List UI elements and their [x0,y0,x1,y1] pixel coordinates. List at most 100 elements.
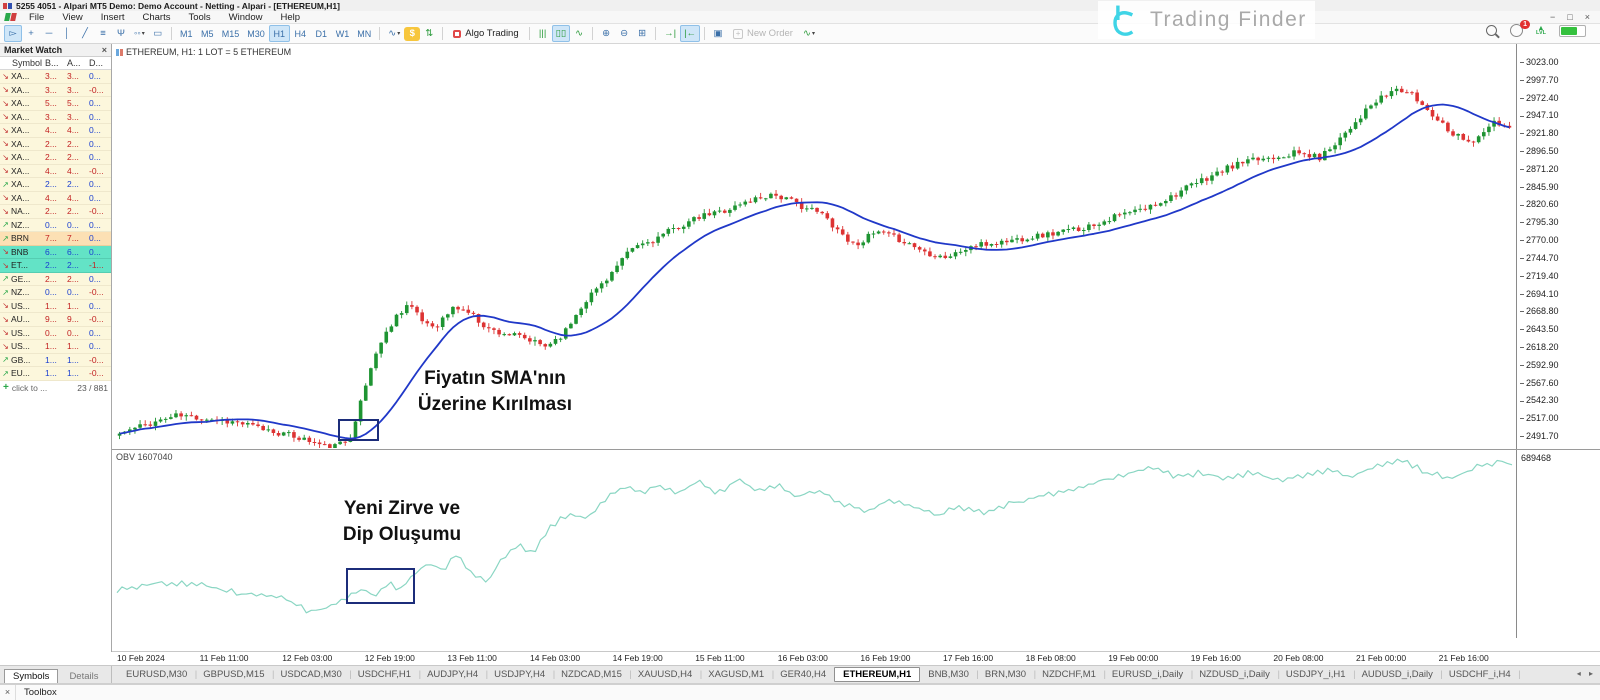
market-watch-row[interactable]: ↘ XA... 4... 4... 0... [0,191,111,205]
symbol-name: XA... [11,98,30,109]
market-watch-row[interactable]: ↘ XA... 5... 5... 0... [0,97,111,111]
chart-tab-ger40-h4[interactable]: GER40,H4 [772,668,836,681]
market-watch-row[interactable]: ↗ GB... 1... 1... -0... [0,353,111,367]
chart-tab-xauusd-h4[interactable]: XAUUSD,H4 [630,668,703,681]
menu-view[interactable]: View [53,12,91,23]
market-watch-row[interactable]: ↘ XA... 3... 3... 0... [0,110,111,124]
market-watch-row[interactable]: ↘ XA... 2... 2... 0... [0,151,111,165]
market-watch-row[interactable]: ↘ US... 1... 1... 0... [0,299,111,313]
timeframe-h4-button[interactable]: H4 [290,25,311,42]
market-watch-row[interactable]: ↘ XA... 3... 3... 0... [0,70,111,84]
chart-tab-usdjpy-i-h1[interactable]: USDJPY_i,H1 [1278,668,1355,681]
market-watch-row[interactable]: ↗ EU... 1... 1... -0... [0,367,111,381]
search-icon[interactable] [1486,25,1498,36]
chart-tab-gbpusd-m15[interactable]: GBPUSD,M15 [195,668,275,681]
market-watch-close-icon[interactable]: × [102,45,107,55]
market-watch-row[interactable]: ↗ NZ... 0... 0... -0... [0,286,111,300]
timeframe-m1-button[interactable]: M1 [176,25,197,42]
title-bar[interactable]: 5255 4051 - Alpari MT5 Demo: Demo Accoun… [0,0,1600,11]
chart-shift-button[interactable]: →| [660,25,680,42]
menu-file[interactable]: File [20,12,53,23]
candle-chart-button[interactable]: ▯▯ [551,25,571,42]
line-studies-button[interactable]: ∿ ▾ [384,25,404,42]
menu-tools[interactable]: Tools [179,12,219,23]
chart-tab-nzdusd-i-daily[interactable]: NZDUSD_i,Daily [1191,668,1279,681]
screenshot-button[interactable]: ▣ [709,25,727,42]
timeframe-h1-button[interactable]: H1 [268,25,290,42]
auto-scroll-button[interactable]: |← [680,25,701,42]
tab-details[interactable]: Details [60,669,107,683]
add-symbol-label[interactable]: click to ... [12,383,47,393]
market-watch-row[interactable]: ↘ XA... 4... 4... 0... [0,124,111,138]
chart-tab-ethereum-h1[interactable]: ETHEREUM,H1 [834,667,921,682]
market-watch-row[interactable]: ↘ NA... 2... 2... -0... [0,205,111,219]
line-chart-button[interactable]: ∿ [570,25,588,42]
chart-tab-usdchf-h1[interactable]: USDCHF,H1 [350,668,422,681]
indicators-button[interactable]: ∿ ▾ [799,25,819,42]
tile-windows-button[interactable]: ⊞ [633,25,651,42]
chart-tab-bnb-m30[interactable]: BNB,M30 [920,668,978,681]
restore-button[interactable]: □ [1567,11,1572,24]
timeframe-m5-button[interactable]: M5 [197,25,218,42]
chart-tab-xagusd-m1[interactable]: XAGUSD,M1 [700,668,774,681]
menu-charts[interactable]: Charts [134,12,180,23]
price-pane[interactable]: 3023.00 2997.70 2972.40 2947.10 2921.80 2896.… [112,44,1600,450]
timeframe-mn-button[interactable]: MN [353,25,375,42]
market-watch-row[interactable]: ↘ BNB 6... 6... 0... [0,245,111,259]
market-watch-row[interactable]: ↗ BRN 7... 7... 0... [0,232,111,246]
chart-tab-usdcad-m30[interactable]: USDCAD,M30 [273,668,353,681]
market-watch-row[interactable]: ↘ XA... 2... 2... 0... [0,137,111,151]
menu-window[interactable]: Window [220,12,272,23]
tab-symbols[interactable]: Symbols [4,669,59,683]
market-watch-row[interactable]: ↘ ET... 2... 2... -1... [0,259,111,273]
market-watch-row[interactable]: ↘ XA... 4... 4... -0... [0,164,111,178]
algo-trading-button[interactable]: Algo Trading [447,28,524,39]
timeframe-m15-button[interactable]: M15 [218,25,244,42]
crosshair-button[interactable]: + [22,25,40,42]
new-order-button[interactable]: + New Order [727,28,799,39]
obv-pane[interactable]: 689468 295371 OBV 1607040 Yeni Zirve ve … [112,450,1600,651]
equidistant-channel-button[interactable]: ≡ [94,25,112,42]
market-watch-row[interactable]: ↘ US... 0... 0... 0... [0,326,111,340]
shapes-button[interactable]: ◦◦ ▾ [130,25,149,42]
chart-tab-nzdcad-m15[interactable]: NZDCAD,M15 [553,668,631,681]
market-watch-row[interactable]: ↗ XA... 2... 2... 0... [0,178,111,192]
chart-tab-eurusd-i-daily[interactable]: EURUSD_i,Daily [1104,668,1194,681]
zoom-out-button[interactable]: ⊖ [615,25,633,42]
toolbox-close-icon[interactable]: × [0,685,16,700]
bar-chart-button[interactable]: ||| [534,25,552,42]
price-chart-svg[interactable] [112,44,1517,448]
trendline-button[interactable]: ╱ [76,25,94,42]
buy-sell-arrows-button[interactable]: ⇅ [420,25,438,42]
rectangle-button[interactable]: ▭ [149,25,167,42]
close-button[interactable]: × [1585,11,1590,24]
menu-help[interactable]: Help [271,12,309,23]
chart-tab-audjpy-h4[interactable]: AUDJPY,H4 [419,668,488,681]
obv-chart-svg[interactable] [112,450,1517,649]
profile-icon[interactable]: 1 [1510,20,1531,37]
cursor-button[interactable]: ▻ [4,25,22,42]
andrews-pitchfork-button[interactable]: Ψ [112,25,130,42]
minimize-button[interactable]: − [1550,11,1555,24]
market-watch-row[interactable]: ↘ XA... 3... 3... -0... [0,83,111,97]
timeframe-m30-button[interactable]: M30 [243,25,269,42]
timeframe-w1-button[interactable]: W1 [332,25,354,42]
chart-tab-brn-m30[interactable]: BRN,M30 [977,668,1036,681]
vertical-line-button[interactable]: │ [58,25,76,42]
market-watch-row[interactable]: ↘ AU... 9... 9... -0... [0,313,111,327]
market-watch-row[interactable]: ↗ GE... 2... 2... 0... [0,272,111,286]
zoom-in-button[interactable]: ⊕ [597,25,615,42]
chart-tab-usdchf-i-h4[interactable]: USDCHF_i,H4 [1441,668,1521,681]
tab-scroll-arrows[interactable]: ◂ ▸ [1577,669,1596,678]
menu-insert[interactable]: Insert [92,12,134,23]
market-watch-row[interactable]: ↘ US... 1... 1... 0... [0,340,111,354]
market-watch-row[interactable]: ↗ NZ... 0... 0... 0... [0,218,111,232]
add-symbol-icon[interactable]: + [3,382,9,393]
money-button[interactable]: $ [404,26,421,41]
timeframe-d1-button[interactable]: D1 [311,25,332,42]
chart-tab-usdjpy-h4[interactable]: USDJPY,H4 [486,668,555,681]
chart-tab-eurusd-m30[interactable]: EURUSD,M30 [118,668,198,681]
chart-tab-audusd-i-daily[interactable]: AUDUSD_i,Daily [1354,668,1444,681]
horizontal-line-button[interactable]: ─ [40,25,58,42]
chart-tab-nzdchf-m1[interactable]: NZDCHF,M1 [1034,668,1106,681]
